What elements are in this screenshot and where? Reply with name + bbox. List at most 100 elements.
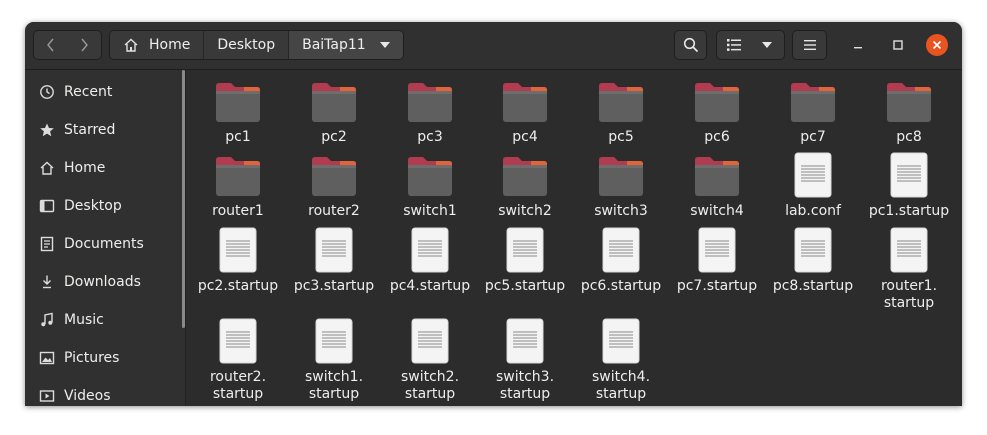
file-name-label: pc3 bbox=[417, 129, 443, 145]
file-name-label: switch2 bbox=[498, 203, 552, 219]
folder-icon bbox=[477, 150, 573, 198]
forward-button[interactable] bbox=[67, 30, 102, 60]
file-name-label: pc1.startup bbox=[868, 203, 950, 219]
sidebar-item-label: Music bbox=[64, 312, 104, 328]
text-file-icon bbox=[286, 225, 382, 273]
sidebar-item-label: Pictures bbox=[64, 350, 120, 366]
sidebar-item-label: Documents bbox=[64, 236, 144, 252]
view-options-button[interactable] bbox=[750, 30, 785, 60]
file-item[interactable]: switch1. startup bbox=[286, 316, 382, 403]
folder-item[interactable]: pc4 bbox=[477, 76, 573, 146]
file-grid: pc1 pc2 pc3 pc4 pc5 pc6 pc7 pc8 router1 router2 sw… bbox=[186, 70, 962, 406]
file-item[interactable]: pc4.startup bbox=[382, 225, 478, 295]
sidebar-item-desktop[interactable]: Desktop bbox=[25, 187, 183, 225]
chevron-right-icon bbox=[81, 38, 88, 52]
desktop-icon bbox=[39, 198, 55, 214]
close-button[interactable] bbox=[926, 34, 948, 56]
sidebar-item-label: Videos bbox=[64, 388, 111, 404]
text-file-icon bbox=[669, 225, 765, 273]
folder-item[interactable]: pc3 bbox=[382, 76, 478, 146]
breadcrumb: Home Desktop BaiTap11 bbox=[109, 30, 404, 60]
folder-item[interactable]: switch3 bbox=[573, 150, 669, 220]
folder-item[interactable]: pc6 bbox=[669, 76, 765, 146]
file-item[interactable]: lab.conf bbox=[765, 150, 861, 220]
file-item[interactable]: pc8.startup bbox=[765, 225, 861, 295]
file-name-label: router2 bbox=[308, 203, 360, 219]
folder-item[interactable]: router1 bbox=[190, 150, 286, 220]
list-view-button[interactable] bbox=[716, 30, 751, 60]
folder-item[interactable]: switch2 bbox=[477, 150, 573, 220]
file-item[interactable]: pc7.startup bbox=[669, 225, 765, 295]
text-file-icon bbox=[477, 225, 573, 273]
file-name-label: switch4. startup bbox=[591, 369, 651, 402]
text-file-icon bbox=[765, 225, 861, 273]
breadcrumb-current[interactable]: BaiTap11 bbox=[289, 31, 403, 59]
file-name-label: pc8.startup bbox=[772, 278, 854, 294]
list-view-icon bbox=[726, 39, 741, 51]
sidebar-item-downloads[interactable]: Downloads bbox=[25, 263, 183, 301]
breadcrumb-desktop-label: Desktop bbox=[217, 37, 276, 53]
file-item[interactable]: pc2.startup bbox=[190, 225, 286, 295]
text-file-icon bbox=[382, 225, 478, 273]
file-name-label: switch1 bbox=[403, 203, 457, 219]
text-file-icon bbox=[861, 225, 957, 273]
folder-icon bbox=[286, 76, 382, 124]
file-item[interactable]: router1. startup bbox=[861, 225, 957, 312]
sidebar-item-home[interactable]: Home bbox=[25, 149, 183, 187]
file-name-label: pc4 bbox=[512, 129, 538, 145]
file-item[interactable]: pc1.startup bbox=[861, 150, 957, 220]
file-item[interactable]: pc3.startup bbox=[286, 225, 382, 295]
file-name-label: switch4 bbox=[690, 203, 744, 219]
breadcrumb-home[interactable]: Home bbox=[110, 31, 205, 59]
folder-item[interactable]: pc2 bbox=[286, 76, 382, 146]
sidebar-scrollbar[interactable] bbox=[182, 70, 185, 328]
sidebar-item-label: Downloads bbox=[64, 274, 141, 290]
dropdown-arrow-icon bbox=[379, 42, 390, 48]
sidebar-item-recent[interactable]: Recent bbox=[25, 73, 183, 111]
text-file-icon bbox=[861, 150, 957, 198]
folder-item[interactable]: switch1 bbox=[382, 150, 478, 220]
file-name-label: router1 bbox=[212, 203, 264, 219]
sidebar-item-music[interactable]: Music bbox=[25, 301, 183, 339]
file-name-label: pc2 bbox=[321, 129, 347, 145]
file-item[interactable]: router2. startup bbox=[190, 316, 286, 403]
close-icon bbox=[932, 40, 942, 50]
folder-item[interactable]: pc8 bbox=[861, 76, 957, 146]
folder-item[interactable]: router2 bbox=[286, 150, 382, 220]
folder-item[interactable]: pc1 bbox=[190, 76, 286, 146]
search-button[interactable] bbox=[674, 30, 707, 60]
home-icon bbox=[124, 38, 138, 52]
text-file-icon bbox=[765, 150, 861, 198]
file-item[interactable]: switch2. startup bbox=[382, 316, 478, 403]
file-item[interactable]: switch4. startup bbox=[573, 316, 669, 403]
file-item[interactable]: pc5.startup bbox=[477, 225, 573, 295]
folder-icon bbox=[669, 150, 765, 198]
back-button[interactable] bbox=[33, 30, 68, 60]
breadcrumb-desktop[interactable]: Desktop bbox=[204, 31, 290, 59]
folder-icon bbox=[382, 150, 478, 198]
sidebar-item-pictures[interactable]: Pictures bbox=[25, 339, 183, 377]
minimize-button[interactable] bbox=[847, 34, 869, 56]
maximize-button[interactable] bbox=[887, 34, 909, 56]
folder-item[interactable]: pc5 bbox=[573, 76, 669, 146]
hamburger-menu-icon bbox=[803, 40, 816, 50]
file-name-label: pc2.startup bbox=[197, 278, 279, 294]
sidebar-item-starred[interactable]: Starred bbox=[25, 111, 183, 149]
file-item[interactable]: switch3. startup bbox=[477, 316, 573, 403]
folder-item[interactable]: switch4 bbox=[669, 150, 765, 220]
sidebar: Recent Starred Home Desktop Documents Do… bbox=[25, 70, 186, 406]
download-icon bbox=[39, 274, 55, 290]
file-name-label: pc8 bbox=[896, 129, 922, 145]
sidebar-item-videos[interactable]: Videos bbox=[25, 377, 183, 406]
menu-button[interactable] bbox=[792, 30, 827, 60]
file-name-label: pc5 bbox=[608, 129, 634, 145]
breadcrumb-home-label: Home bbox=[149, 37, 191, 53]
chevron-down-icon bbox=[762, 42, 772, 48]
sidebar-item-documents[interactable]: Documents bbox=[25, 225, 183, 263]
file-name-label: switch3. startup bbox=[495, 369, 555, 402]
sidebar-item-label: Recent bbox=[64, 84, 113, 100]
text-file-icon bbox=[382, 316, 478, 364]
folder-item[interactable]: pc7 bbox=[765, 76, 861, 146]
folder-icon bbox=[861, 76, 957, 124]
file-item[interactable]: pc6.startup bbox=[573, 225, 669, 295]
